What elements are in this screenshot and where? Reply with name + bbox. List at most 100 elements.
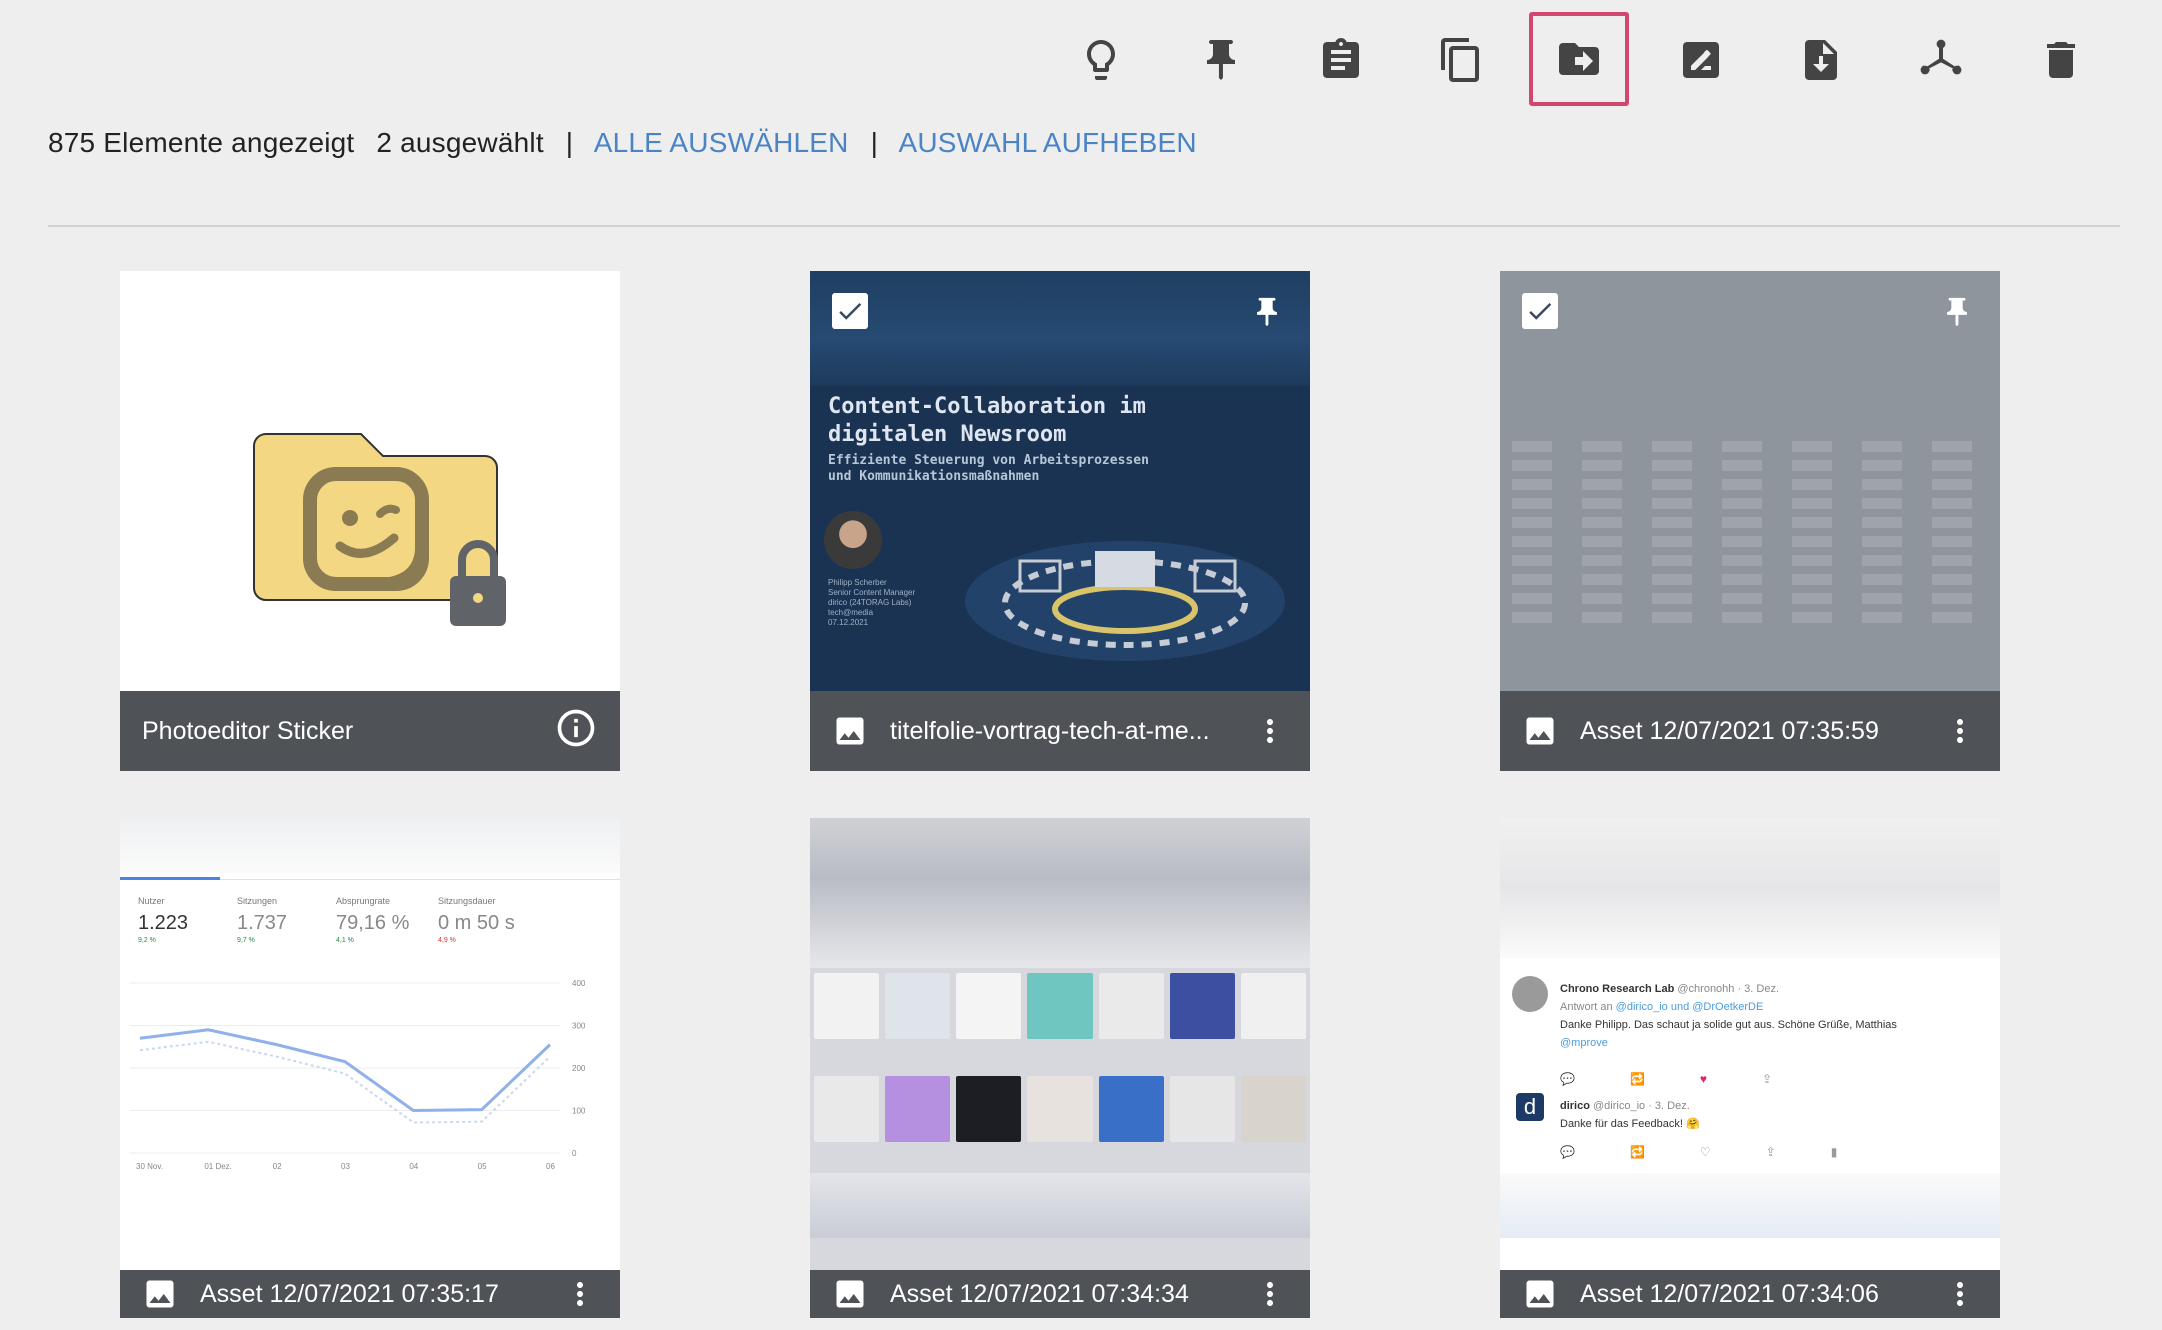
edit-button[interactable] (1653, 12, 1749, 108)
download-file-button[interactable] (1773, 12, 1869, 108)
pinned-indicator (1250, 295, 1284, 329)
collage-tile (814, 973, 880, 1039)
x-tick-label: 03 (341, 1162, 350, 1171)
y-tick-label: 100 (572, 1107, 586, 1116)
metric-delta: 9,2 % (138, 937, 156, 944)
metric-session-duration: Sitzungsdauer 0 m 50 s 4,9 % (438, 896, 515, 944)
retweet-icon: 🔁 (1629, 1145, 1700, 1159)
pin-icon (1947, 297, 1967, 327)
collage-thumbnail (810, 973, 1310, 1173)
asset-card[interactable]: Nutzer 1.223 9,2 % Sitzungen 1.737 9,7 %… (120, 818, 620, 1318)
more-options-button[interactable] (1252, 1272, 1288, 1316)
asset-card[interactable]: Chrono Research Lab @chronohh · 3. Dez. … (1500, 818, 2000, 1318)
card-footer: Asset 12/07/2021 07:35:17 (120, 1270, 620, 1318)
speaker-caption: Philipp Scherber Senior Content Manager … (828, 578, 915, 628)
lightbulb-icon (1087, 40, 1115, 80)
tweet-actions: 💬🔁♥⇪ (1560, 1072, 1827, 1086)
asset-card[interactable]: Content-Collaboration im digitalen Newsr… (810, 271, 1310, 771)
x-tick-label: 06 (546, 1162, 555, 1171)
y-tick-label: 200 (572, 1064, 586, 1073)
collage-tile (1098, 973, 1164, 1039)
more-options-button[interactable] (562, 1272, 598, 1316)
clipboard-icon (1323, 38, 1359, 78)
separator: | (565, 127, 574, 158)
slide-subtitle-line: Effiziente Steuerung von Arbeitsprozesse… (828, 453, 1149, 468)
pin-button[interactable] (1173, 12, 1269, 108)
reply-icon: 💬 (1560, 1072, 1630, 1086)
collage-tile (1240, 973, 1306, 1039)
avatar: d (1516, 1093, 1544, 1121)
collage-tile (1027, 973, 1093, 1039)
speaker-photo (824, 511, 882, 569)
analytics-line-chart: 400 300 200 100 0 30 Nov. 01 Dez. 02 03 04 05 06 (130, 968, 610, 1178)
collage-tile (885, 973, 951, 1039)
card-footer: Asset 12/07/2021 07:34:06 (1500, 1270, 2000, 1318)
y-tick-label: 400 (572, 979, 586, 988)
metric-label: Absprungrate (336, 896, 391, 906)
info-icon (557, 709, 595, 746)
separator: | (870, 127, 879, 158)
x-tick-label: 04 (409, 1162, 418, 1171)
card-title: Asset 12/07/2021 07:35:59 (1580, 716, 1879, 745)
metric-delta: 4,1 % (336, 937, 354, 944)
x-tick-label: 05 (478, 1162, 487, 1171)
collage-tile (1240, 1076, 1306, 1142)
metric-value: 1.737 (237, 912, 288, 934)
tweet: Chrono Research Lab @chronohh · 3. Dez. … (1512, 976, 1988, 1086)
selection-status: 875 Elemente angezeigt 2 ausgewählt | AL… (48, 127, 1197, 159)
clipboard-button[interactable] (1293, 12, 1389, 108)
metric-bounce-rate: Absprungrate 79,16 % 4,1 % (336, 896, 409, 944)
copy-button[interactable] (1413, 12, 1509, 108)
tweet-mentions: @dirico_io und @DrOetkerDE (1615, 1001, 1764, 1013)
info-button[interactable] (554, 706, 598, 757)
collage-tile (956, 1076, 1022, 1142)
tweet-text: Chrono Research Lab @chronohh · 3. Dez. … (1560, 980, 1980, 1052)
more-vert-icon (1957, 1282, 1963, 1306)
metric-delta: 9,7 % (237, 937, 255, 944)
share-icon (1920, 39, 1962, 75)
card-title: Asset 12/07/2021 07:35:17 (200, 1279, 499, 1308)
share-button[interactable] (1893, 12, 1989, 108)
collage-tile (1098, 1076, 1164, 1142)
metric-value: 0 m 50 s (438, 912, 515, 934)
deselect-all-link[interactable]: AUSWAHL AUFHEBEN (899, 127, 1197, 158)
y-tick-label: 0 (572, 1149, 577, 1158)
folder-card[interactable]: Photoeditor Sticker (120, 271, 620, 771)
caption-line: dirico (24TORAG Labs) (828, 598, 912, 607)
slide-title-line: digitalen Newsroom (828, 422, 1067, 447)
analytics-icon: ▮ (1830, 1145, 1893, 1159)
more-vert-icon (577, 1282, 583, 1306)
more-options-button[interactable] (1252, 709, 1288, 753)
selection-checkbox[interactable] (1522, 293, 1558, 329)
tweet-author: dirico (1560, 1100, 1590, 1112)
more-options-button[interactable] (1942, 1272, 1978, 1316)
lightbulb-button[interactable] (1053, 12, 1149, 108)
selection-checkbox[interactable] (832, 293, 868, 329)
pin-icon (1207, 40, 1235, 80)
collage-tile (1027, 1076, 1093, 1142)
locked-folder-icon (253, 433, 506, 626)
more-options-button[interactable] (1942, 709, 1978, 753)
metric-value: 79,16 % (336, 912, 410, 934)
reply-icon: 💬 (1560, 1145, 1630, 1159)
asset-card[interactable]: Asset 12/07/2021 07:34:34 (810, 818, 1310, 1318)
card-title: Asset 12/07/2021 07:34:06 (1580, 1279, 1879, 1308)
tweet-body: Danke für das Feedback! 🤗 (1560, 1118, 1700, 1130)
avatar (1512, 976, 1548, 1012)
move-to-folder-button[interactable] (1529, 12, 1629, 106)
collage-tile (956, 973, 1022, 1039)
image-type-icon (832, 713, 868, 749)
pinned-indicator (1940, 295, 1974, 329)
asset-card[interactable]: Asset 12/07/2021 07:35:59 (1500, 271, 2000, 771)
items-selected-count: 2 ausgewählt (376, 127, 544, 158)
retweet-icon: 🔁 (1629, 1072, 1700, 1086)
caption-line: 07.12.2021 (828, 618, 869, 627)
select-all-link[interactable]: ALLE AUSWÄHLEN (594, 127, 849, 158)
share-icon: ⇪ (1762, 1072, 1828, 1086)
tweet-body: Danke Philipp. Das schaut ja solide gut … (1560, 1019, 1897, 1031)
trash-button[interactable] (2013, 12, 2109, 108)
checkmark-icon (839, 303, 862, 320)
more-vert-icon (1267, 1282, 1273, 1306)
x-tick-label: 01 Dez. (204, 1162, 232, 1171)
share-icon: ⇪ (1765, 1145, 1831, 1159)
